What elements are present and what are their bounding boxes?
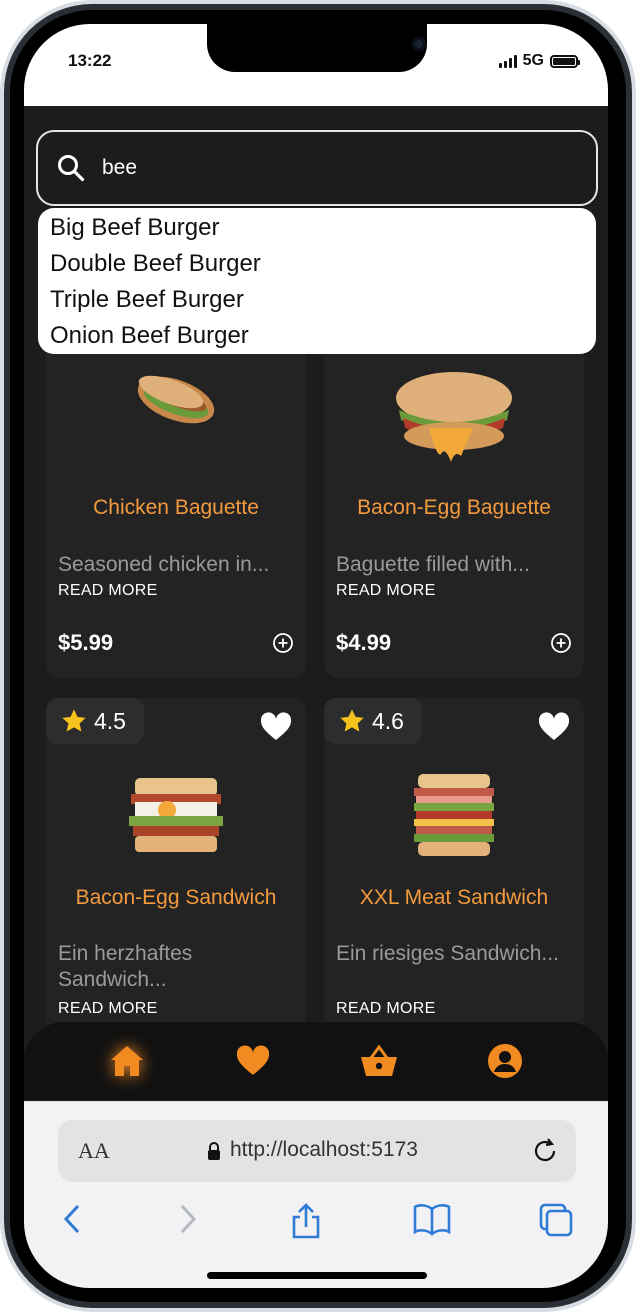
status-bar: 13:22 5G [24,24,608,106]
profile-icon [488,1044,522,1078]
favorite-heart-icon[interactable] [538,712,570,742]
camera-icon [412,37,426,51]
back-button[interactable] [62,1202,84,1241]
read-more-link[interactable]: READ MORE [58,1000,158,1018]
nav-home[interactable] [107,1041,147,1081]
read-more-link[interactable]: READ MORE [336,1000,436,1018]
nav-basket[interactable] [359,1041,399,1081]
suggestion-item[interactable]: Double Beef Burger [50,248,584,284]
network-label: 5G [522,52,544,69]
product-name: XXL Meat Sandwich [359,886,549,909]
reload-icon[interactable] [530,1136,560,1166]
read-more-link[interactable]: READ MORE [58,582,158,600]
read-more-link[interactable]: READ MORE [336,582,436,600]
address-bar[interactable]: AA http://localhost:5173 [58,1120,576,1182]
rating-value: 4.6 [372,707,404,734]
rating-badge: 4.5 [46,698,144,744]
product-description: Ein riesiges Sandwich... [336,942,559,965]
product-description: Baguette filled with... [336,553,530,576]
browser-toolbar: AA http://localhost:5173 [24,1101,608,1288]
forward-button[interactable] [176,1202,198,1241]
status-time: 13:22 [68,51,112,70]
product-name: Bacon-Egg Baguette [357,496,551,519]
product-image [324,768,584,868]
product-price: $5.99 [58,630,114,655]
product-name: Bacon-Egg Sandwich [75,886,277,909]
product-image [46,770,306,866]
text-size-label: AA [78,1138,110,1163]
product-image [46,362,306,432]
chevron-left-icon [63,1204,80,1234]
product-description: Ein herzhaftes Sandwich... [58,942,193,991]
suggestion-item[interactable]: Triple Beef Burger [50,284,584,320]
product-card[interactable]: Bacon-Egg Baguette Baguette filled with.… [324,318,584,678]
favorite-heart-icon[interactable] [260,712,292,742]
lock-icon [208,1142,220,1160]
star-icon [340,709,364,732]
url-text[interactable]: http://localhost:5173 [230,1138,418,1162]
search-icon [58,155,85,182]
add-to-cart-icon[interactable] [550,632,572,654]
add-to-cart-icon[interactable] [272,632,294,654]
home-icon [111,1046,143,1076]
app-content: Chicken Baguette Seasoned chicken in... … [24,106,608,1101]
bookmarks-button[interactable] [412,1202,452,1241]
bookmarks-icon [413,1204,451,1236]
bottom-navigation [24,1022,608,1100]
screen: 13:22 5G Chicken Baguette Seasoned chick… [24,24,608,1288]
product-card[interactable]: Chicken Baguette Seasoned chicken in... … [46,318,306,678]
product-description: Seasoned chicken in... [58,553,270,576]
browser-nav-buttons [24,1202,608,1250]
search-bar[interactable]: bee [36,130,598,206]
product-image [324,358,584,468]
status-indicators: 5G [498,52,580,70]
suggestion-item[interactable]: Big Beef Burger [50,212,584,248]
product-price: $4.99 [336,630,392,655]
phone-frame: 13:22 5G Chicken Baguette Seasoned chick… [0,0,636,1312]
rating-badge: 4.6 [324,698,422,744]
heart-icon [236,1045,270,1075]
nav-profile[interactable] [485,1041,525,1081]
tabs-icon [539,1203,573,1237]
suggestion-item[interactable]: Onion Beef Burger [50,320,584,356]
basket-icon [361,1044,397,1076]
signal-icon [498,54,517,68]
notch [207,24,427,72]
tabs-button[interactable] [538,1202,574,1243]
product-name: Chicken Baguette [93,496,259,519]
share-button[interactable] [290,1202,322,1245]
home-indicator [207,1272,427,1279]
search-input[interactable]: bee [102,156,137,180]
star-icon [62,709,86,732]
rating-value: 4.5 [94,707,126,734]
battery-icon [550,54,580,68]
nav-favorites[interactable] [233,1041,273,1081]
chevron-right-icon [180,1204,197,1234]
share-icon [292,1203,320,1239]
search-suggestions: Big Beef Burger Double Beef Burger Tripl… [38,208,596,354]
text-size-button[interactable]: AA [78,1138,110,1164]
